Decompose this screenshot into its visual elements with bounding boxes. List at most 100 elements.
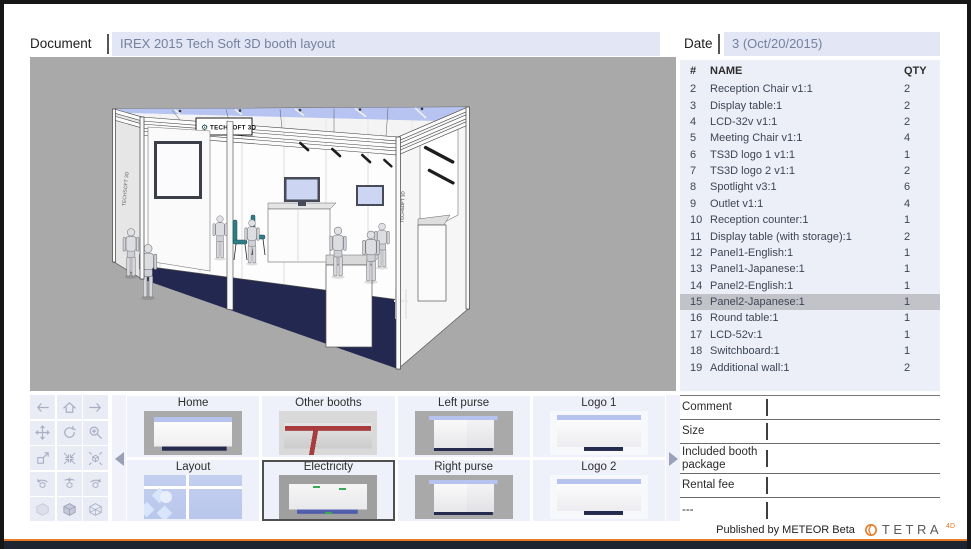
- parts-table-body: 2 Reception Chair v1:1 2 3 Display table:1 2 4…: [680, 81, 940, 376]
- detail-row-: ---: [680, 498, 940, 522]
- table-row[interactable]: 18 Switchboard:1 1: [680, 343, 940, 359]
- table-row[interactable]: 17 LCD-52v:1 1: [680, 327, 940, 343]
- detail-label: Size: [682, 425, 705, 438]
- thumbnail-label: Other booths: [295, 397, 362, 409]
- view-thumbnail-other-booths[interactable]: Other booths: [262, 396, 395, 457]
- thumbnails-prev-button[interactable]: [112, 395, 126, 522]
- detail-row-rental-fee: Rental fee: [680, 474, 940, 498]
- resize-icon: [34, 450, 51, 467]
- table-row[interactable]: 12 Panel1-English:1 1: [680, 245, 940, 261]
- detail-row-comment: Comment: [680, 396, 940, 420]
- shaded-cube-button[interactable]: [56, 497, 82, 521]
- published-by-text: Published by METEOR Beta: [716, 524, 855, 536]
- orbit-rotate-icon: [61, 424, 78, 441]
- forward-arrow-icon: [87, 399, 104, 416]
- thumbnail-image: [414, 475, 513, 519]
- table-row[interactable]: 15 Panel2-Japanese:1 1: [680, 293, 940, 311]
- col-header-num: #: [690, 65, 697, 77]
- date-separator: [718, 34, 720, 54]
- table-row[interactable]: 2 Reception Chair v1:1 2: [680, 81, 940, 97]
- expand-cube-button[interactable]: [83, 446, 108, 470]
- shaded-cube-icon: [61, 501, 78, 518]
- details-panel: Comment Size Included booth package Rental …: [680, 395, 940, 522]
- detail-label: ---: [682, 503, 694, 516]
- thumbnails-next-button[interactable]: [666, 395, 680, 522]
- chevron-right-icon: [668, 451, 678, 466]
- table-row[interactable]: 10 Reception counter:1 1: [680, 212, 940, 228]
- table-row[interactable]: 13 Panel1-Japanese:1 1: [680, 261, 940, 277]
- table-row[interactable]: 11 Display table (with storage):1 2: [680, 228, 940, 244]
- table-row[interactable]: 4 LCD-32v v1:1 2: [680, 114, 940, 130]
- orbit-rotate-button[interactable]: [56, 420, 82, 445]
- date-field[interactable]: 3 (Oct/20/2015): [724, 32, 940, 56]
- zoom-button[interactable]: [83, 420, 108, 445]
- view-thumbnail-home[interactable]: Home: [127, 396, 260, 457]
- date-label: Date: [684, 36, 713, 51]
- detail-separator: [766, 450, 768, 467]
- thumbnail-grid: Home Other booths Left purse Logo 1 Layout El…: [126, 395, 666, 522]
- table-row[interactable]: 8 Spotlight v3:1 6: [680, 179, 940, 195]
- detail-separator: [766, 399, 768, 416]
- table-row[interactable]: 19 Additional wall:1 2: [680, 359, 940, 375]
- zoom-fit-icon: [61, 450, 78, 467]
- table-row[interactable]: 5 Meeting Chair v1:1 4: [680, 130, 940, 146]
- detail-label: Included booth package: [682, 446, 758, 471]
- booth-3d-view[interactable]: TECHSOFT 3D ⚙ 3D TECHSOFT 3D: [30, 57, 676, 391]
- view-thumbnail-strip: Home Other booths Left purse Logo 1 Layout El…: [112, 395, 680, 522]
- table-row[interactable]: 16 Round table:1 1: [680, 310, 940, 326]
- document-label: Document: [30, 36, 92, 51]
- view-thumbnail-logo-2[interactable]: Logo 2: [532, 460, 665, 521]
- tetra4d-logo: TETRA 4D: [864, 523, 955, 537]
- turntable-right-button[interactable]: [83, 471, 108, 496]
- thumbnail-image: [279, 475, 378, 519]
- turntable-right-icon: [87, 475, 104, 492]
- view-thumbnail-right-purse[interactable]: Right purse: [397, 460, 530, 521]
- table-row[interactable]: 14 Panel2-English:1 1: [680, 278, 940, 294]
- footer-bar: Published by METEOR Beta TETRA 4D: [4, 521, 967, 539]
- table-row[interactable]: 9 Outlet v1:1 4: [680, 196, 940, 212]
- thumbnail-label: Logo 2: [581, 461, 617, 473]
- zoom-fit-button[interactable]: [56, 446, 82, 470]
- view-thumbnail-logo-1[interactable]: Logo 1: [532, 396, 665, 457]
- wireframe-cube-button[interactable]: [83, 497, 108, 521]
- pan-icon: [34, 424, 51, 441]
- detail-separator: [766, 423, 768, 440]
- forward-arrow-button[interactable]: [83, 395, 108, 419]
- thumbnail-label: Logo 1: [581, 397, 617, 409]
- window-bottom-frame: [4, 539, 967, 549]
- home-button[interactable]: [56, 395, 82, 419]
- detail-label: Comment: [682, 401, 732, 414]
- view-thumbnail-electricity[interactable]: Electricity: [262, 460, 395, 521]
- app-window: Document IREX 2015 Tech Soft 3D booth la…: [0, 0, 971, 549]
- turntable-front-button[interactable]: [56, 471, 82, 496]
- home-icon: [61, 399, 78, 416]
- thumbnail-label: Electricity: [303, 461, 353, 473]
- thumbnail-label: Right purse: [434, 461, 494, 473]
- brand-superscript: 4D: [946, 523, 955, 530]
- resize-button[interactable]: [30, 446, 55, 470]
- view-toolbar: [30, 395, 110, 522]
- view-thumbnail-left-purse[interactable]: Left purse: [397, 396, 530, 457]
- thumbnail-image: [549, 411, 648, 455]
- wireframe-cube-icon: [87, 501, 104, 518]
- table-row[interactable]: 3 Display table:1 2: [680, 97, 940, 113]
- solid-cube-button[interactable]: [30, 497, 55, 521]
- view-thumbnail-layout[interactable]: Layout: [127, 460, 260, 521]
- table-header-row: # NAME QTY: [680, 60, 940, 81]
- parts-list-panel: # NAME QTY 2 Reception Chair v1:1 2 3 Displa…: [680, 60, 940, 391]
- back-arrow-button[interactable]: [30, 395, 55, 419]
- thumbnail-image: [414, 411, 513, 455]
- col-header-name: NAME: [710, 65, 743, 77]
- detail-row-included-booth-package: Included booth package: [680, 444, 940, 474]
- pan-button[interactable]: [30, 420, 55, 445]
- turntable-left-button[interactable]: [30, 471, 55, 496]
- chevron-left-icon: [114, 451, 124, 466]
- thumbnail-label: Layout: [175, 461, 211, 473]
- document-title-field[interactable]: IREX 2015 Tech Soft 3D booth layout: [112, 32, 660, 56]
- document-separator: [107, 34, 109, 54]
- thumbnail-image: [549, 475, 648, 519]
- thumbnail-label: Home: [177, 397, 209, 409]
- tetra-swirl-icon: [864, 524, 877, 536]
- table-row[interactable]: 7 TS3D logo 2 v1:1 2: [680, 163, 940, 179]
- table-row[interactable]: 6 TS3D logo 1 v1:1 1: [680, 147, 940, 163]
